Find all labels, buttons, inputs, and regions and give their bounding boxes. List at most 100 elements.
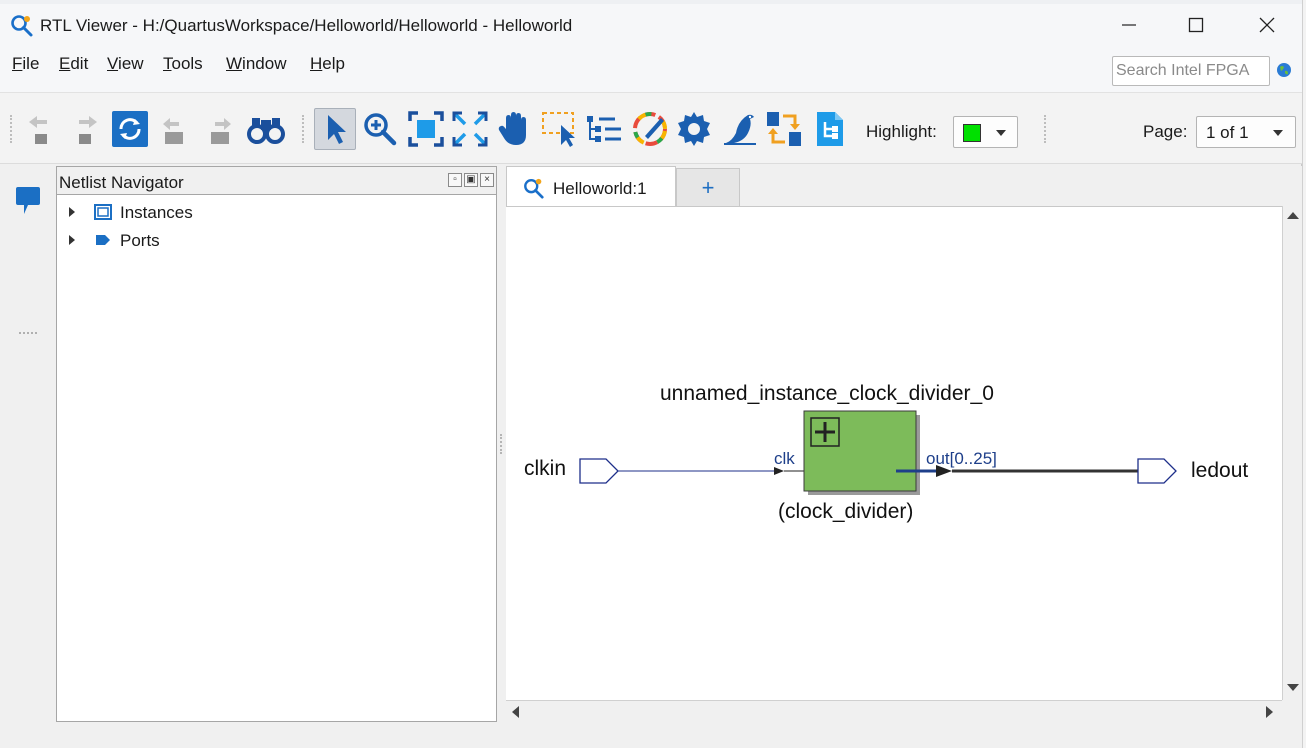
menu-window-mnemonic: W	[226, 54, 243, 73]
chevron-down-icon	[996, 130, 1006, 136]
menu-help[interactable]: Help	[310, 54, 345, 74]
expand-arrow-icon[interactable]	[69, 235, 75, 245]
toolbar-grip	[10, 115, 12, 143]
area-select-icon[interactable]	[540, 109, 580, 149]
menu-edit[interactable]: Edit	[59, 54, 88, 74]
highlight-color-select[interactable]	[953, 116, 1018, 148]
netlist-navigator-panel: Netlist Navigator ▫ ▣ × Instances Ports	[56, 166, 497, 722]
menu-bar: File Edit View Tools Window Help Search …	[0, 46, 1302, 92]
float-icon[interactable]: ▣	[464, 173, 478, 187]
schematic-canvas[interactable]: unnamed_instance_clock_divider_0 clkin c…	[506, 206, 1282, 700]
menu-tools-label: ools	[171, 54, 203, 73]
output-port-symbol[interactable]	[1137, 458, 1177, 484]
search-input[interactable]: Search Intel FPGA	[1112, 56, 1270, 86]
schematic-drawing: unnamed_instance_clock_divider_0 clkin c…	[524, 382, 1248, 523]
forward-icon[interactable]	[68, 109, 108, 149]
messages-icon[interactable]	[14, 186, 42, 216]
color-icon[interactable]	[630, 109, 670, 149]
menu-help-mnemonic: H	[310, 54, 323, 73]
minimize-button[interactable]	[1098, 4, 1160, 46]
rtl-viewer-icon	[524, 178, 544, 199]
redo-nav-icon[interactable]	[200, 109, 240, 149]
chevron-down-icon	[1273, 130, 1283, 136]
menu-view-mnemonic: V	[107, 54, 119, 73]
input-port-symbol[interactable]	[579, 458, 619, 484]
pin-out-label: out[0..25]	[926, 449, 997, 468]
scroll-down-icon[interactable]	[1287, 684, 1299, 691]
pin-icon[interactable]: ▫	[448, 173, 462, 187]
toolbar-separator	[1044, 115, 1046, 143]
tree-item-label: Instances	[120, 203, 193, 222]
highlight-color-swatch	[963, 124, 981, 142]
menu-view[interactable]: View	[107, 54, 144, 74]
tree-item-label: Ports	[120, 231, 160, 250]
status-bar	[0, 722, 1302, 748]
tab-bar: Helloworld:1 +	[506, 166, 1302, 207]
toolbar: Highlight: Page: 1 of 1	[0, 92, 1302, 164]
select-icon[interactable]	[314, 108, 356, 150]
tree-item-ports[interactable]: Ports	[57, 226, 496, 254]
strip-grip	[19, 332, 37, 334]
window-title: RTL Viewer - H:/QuartusWorkspace/Hellowo…	[40, 16, 573, 35]
scrollbar-corner	[1282, 700, 1302, 722]
add-tab-button[interactable]: +	[676, 168, 740, 206]
menu-tools[interactable]: Tools	[163, 54, 203, 74]
swap-icon[interactable]	[764, 109, 804, 149]
maximize-button[interactable]	[1165, 4, 1227, 46]
back-icon[interactable]	[18, 109, 58, 149]
toolbar-separator	[302, 115, 304, 143]
port-icon	[96, 235, 110, 245]
refresh-icon[interactable]	[110, 109, 150, 149]
navigator-title: Netlist Navigator	[59, 173, 184, 192]
instance-icon	[94, 204, 112, 220]
rtl-viewer-window: RTL Viewer - H:/QuartusWorkspace/Hellowo…	[0, 4, 1302, 748]
module-name-label: (clock_divider)	[778, 500, 913, 523]
tree-item-instances[interactable]: Instances	[57, 198, 496, 226]
menu-window[interactable]: Window	[226, 54, 286, 74]
side-strip	[0, 164, 56, 724]
menu-file-mnemonic: F	[12, 54, 23, 73]
netlist-doc-icon[interactable]	[810, 109, 850, 149]
scroll-right-icon[interactable]	[1266, 706, 1273, 718]
splitter-handle[interactable]	[500, 434, 503, 454]
menu-help-label: elp	[322, 54, 345, 73]
zoom-icon[interactable]	[360, 109, 400, 149]
find-icon[interactable]	[246, 109, 286, 149]
pan-icon[interactable]	[494, 109, 534, 149]
input-port-label: clkin	[524, 457, 566, 480]
tool-bird-icon[interactable]	[720, 109, 760, 149]
menu-edit-label: dit	[70, 54, 89, 73]
title-bar[interactable]: RTL Viewer - H:/QuartusWorkspace/Hellowo…	[0, 4, 1302, 46]
horizontal-scrollbar[interactable]	[506, 700, 1282, 722]
rtl-viewer-icon	[11, 15, 33, 37]
undo-nav-icon[interactable]	[154, 109, 194, 149]
page-select[interactable]: 1 of 1	[1196, 116, 1296, 148]
menu-edit-mnemonic: E	[59, 54, 71, 73]
scroll-left-icon[interactable]	[512, 706, 519, 718]
navigator-header: Netlist Navigator ▫ ▣ ×	[57, 167, 496, 195]
clk-arrow	[774, 467, 784, 475]
tab-helloworld[interactable]: Helloworld:1	[506, 166, 676, 207]
menu-tools-mnemonic: T	[163, 54, 172, 73]
close-button[interactable]	[1236, 4, 1298, 46]
hierarchy-icon[interactable]	[584, 109, 624, 149]
scroll-up-icon[interactable]	[1287, 212, 1299, 219]
globe-icon[interactable]	[1276, 62, 1292, 78]
menu-window-label: indow	[242, 54, 287, 73]
background-window-edge	[1302, 0, 1306, 748]
settings-icon[interactable]	[674, 109, 714, 149]
output-port-label: ledout	[1191, 459, 1248, 482]
page-value: 1 of 1	[1206, 123, 1249, 142]
expand-arrow-icon[interactable]	[69, 207, 75, 217]
fit-icon[interactable]	[406, 109, 446, 149]
highlight-label: Highlight:	[866, 122, 937, 141]
close-icon	[1259, 17, 1275, 33]
minimize-icon	[1122, 24, 1136, 26]
fit-selection-icon[interactable]	[450, 109, 490, 149]
maximize-icon	[1188, 17, 1204, 33]
menu-file[interactable]: File	[12, 54, 39, 74]
vertical-scrollbar[interactable]	[1282, 206, 1302, 700]
menu-file-label: ile	[22, 54, 40, 73]
menu-view-label: iew	[118, 54, 144, 73]
close-panel-icon[interactable]: ×	[480, 173, 494, 187]
